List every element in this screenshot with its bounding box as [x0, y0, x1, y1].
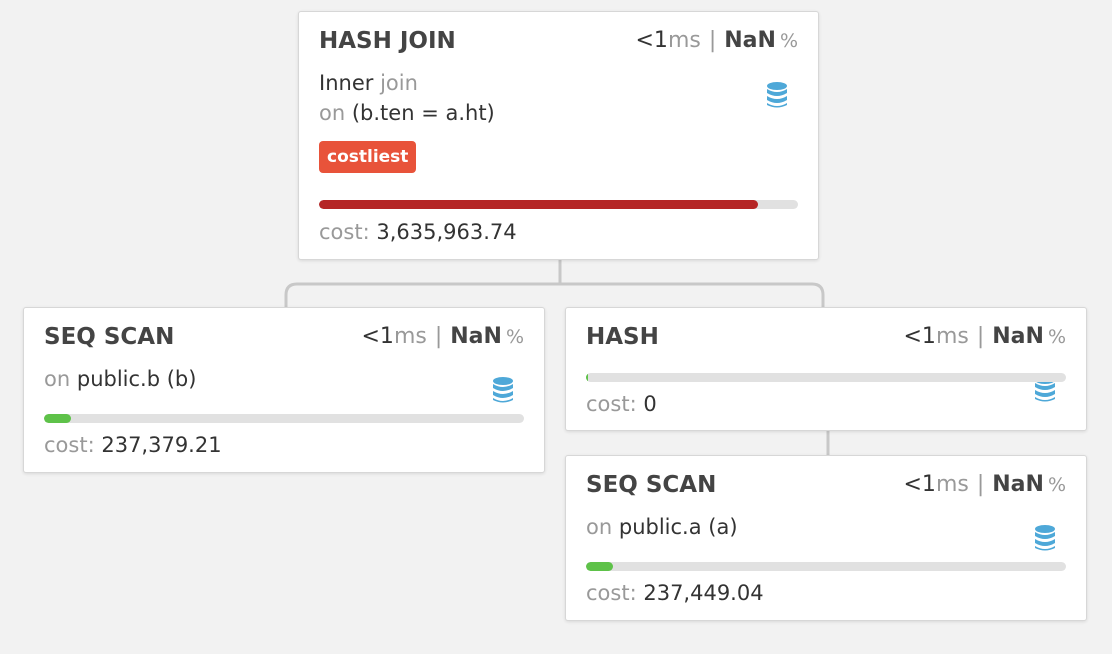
meta-separator: | [708, 28, 717, 53]
node-timing: <1ms | NaN% [636, 26, 799, 56]
cost-bar-fill [319, 200, 759, 209]
node-header: HASH <1ms | NaN% [586, 322, 1066, 352]
relation-line: on public.b (b) [44, 364, 524, 394]
cost-bar-fill [586, 373, 588, 382]
plan-node-seq-scan-a[interactable]: SEQ SCAN <1ms | NaN% on public.a (a) cost:… [565, 455, 1087, 621]
plan-node-hash-join[interactable]: HASH JOIN <1ms | NaN% Inner join on (b.ten… [298, 11, 819, 260]
node-header: SEQ SCAN <1ms | NaN% [44, 322, 524, 352]
join-type: Inner [319, 71, 374, 95]
cost-label: cost: [319, 220, 370, 244]
node-title: HASH JOIN [319, 28, 456, 54]
percent-sign: % [1047, 474, 1066, 496]
database-icon[interactable] [1033, 524, 1057, 552]
cost-line: cost: 237,449.04 [586, 578, 764, 608]
connector-left-branch [284, 282, 825, 309]
cost-value: 237,379.21 [101, 433, 222, 457]
database-icon[interactable] [491, 376, 515, 404]
plan-node-hash[interactable]: HASH <1ms | NaN% cost: 0 [565, 307, 1087, 431]
plan-node-seq-scan-b[interactable]: SEQ SCAN <1ms | NaN% on public.b (b) cost:… [23, 307, 545, 473]
node-timing: <1ms | NaN% [362, 322, 525, 352]
percent-value: NaN [450, 324, 502, 349]
cost-line: cost: 237,379.21 [44, 430, 222, 460]
join-word: join [380, 71, 418, 95]
duration-value: <1 [903, 324, 936, 349]
duration-value: <1 [361, 324, 394, 349]
on-label: on [319, 101, 346, 125]
cost-bar [319, 200, 798, 209]
node-header: SEQ SCAN <1ms | NaN% [586, 470, 1066, 500]
cost-bar-fill [44, 414, 71, 423]
meta-separator: | [976, 472, 985, 497]
cost-value: 3,635,963.74 [376, 220, 517, 244]
join-condition: (b.ten = a.ht) [351, 101, 495, 125]
cost-line: cost: 0 [586, 389, 657, 419]
cost-bar [586, 562, 1066, 571]
on-label: on [44, 367, 71, 391]
percent-value: NaN [724, 28, 776, 53]
meta-separator: | [976, 324, 985, 349]
percent-value: NaN [992, 324, 1044, 349]
node-title: HASH [586, 324, 659, 350]
relation-name: public.a (a) [618, 515, 738, 539]
cost-bar [586, 373, 1066, 382]
cost-line: cost: 3,635,963.74 [319, 217, 517, 247]
cost-bar-fill [586, 562, 613, 571]
duration-value: <1 [903, 472, 936, 497]
on-label: on [586, 515, 613, 539]
percent-sign: % [505, 326, 524, 348]
percent-sign: % [1047, 326, 1066, 348]
relation-name: public.b (b) [76, 367, 197, 391]
duration-unit: ms [393, 324, 427, 349]
duration-unit: ms [667, 28, 701, 53]
cost-label: cost: [44, 433, 95, 457]
node-timing: <1ms | NaN% [904, 470, 1067, 500]
cost-label: cost: [586, 392, 637, 416]
percent-value: NaN [992, 472, 1044, 497]
duration-unit: ms [935, 472, 969, 497]
join-condition-line: on (b.ten = a.ht) [319, 98, 798, 128]
join-type-line: Inner join [319, 68, 798, 98]
database-icon[interactable] [765, 81, 789, 109]
node-title: SEQ SCAN [44, 324, 175, 350]
costliest-badge: costliest [319, 141, 417, 173]
node-timing: <1ms | NaN% [904, 322, 1067, 352]
node-header: HASH JOIN <1ms | NaN% [319, 26, 798, 56]
badge-row: costliest [319, 141, 798, 173]
percent-sign: % [779, 30, 798, 52]
cost-bar [44, 414, 524, 423]
cost-value: 237,449.04 [643, 581, 764, 605]
cost-label: cost: [586, 581, 637, 605]
relation-line: on public.a (a) [586, 512, 1066, 542]
duration-unit: ms [935, 324, 969, 349]
node-title: SEQ SCAN [586, 472, 717, 498]
cost-value: 0 [643, 392, 657, 416]
meta-separator: | [434, 324, 443, 349]
duration-value: <1 [635, 28, 668, 53]
